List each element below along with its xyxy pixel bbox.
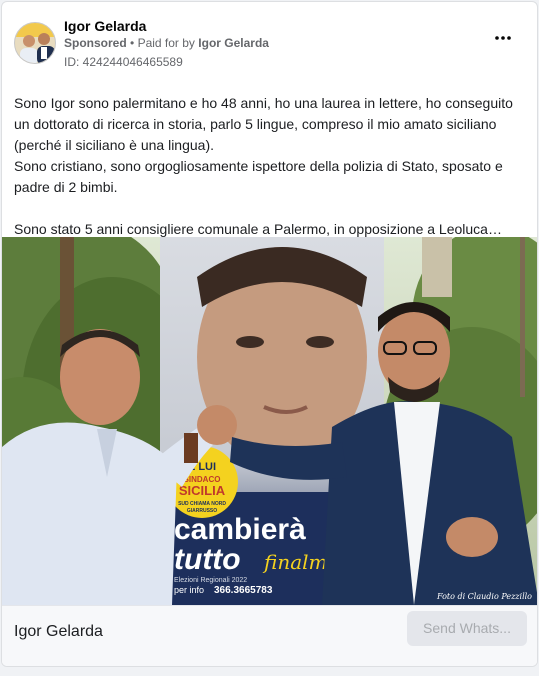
photo-credit: Foto di Claudio Pezzillo (436, 592, 532, 601)
page-name[interactable]: Igor Gelarda (64, 18, 146, 34)
poster-elections: Elezioni Regionali 2022 (174, 577, 247, 584)
ad-body-text: Sono Igor sono palermitano e ho 48 anni,… (14, 93, 528, 240)
send-whatsapp-button[interactable]: Send Whats... (407, 611, 527, 646)
photo-illustration: E LUI SINDACO SICILIA SUD CHIAMA NORD GI… (2, 237, 537, 605)
ad-card: Igor Gelarda Sponsored • Paid for by Igo… (1, 1, 538, 667)
ad-photo[interactable]: E LUI SINDACO SICILIA SUD CHIAMA NORD GI… (2, 237, 537, 605)
poster-info-prefix: per info (174, 585, 204, 595)
separator-dot: • (130, 36, 135, 50)
badge-line-3: SICILIA (179, 483, 226, 498)
body-paragraph: Sono Igor sono palermitano e ho 48 anni,… (14, 95, 513, 153)
poster-headline: cambierà (174, 513, 306, 546)
ad-footer: Igor Gelarda Send Whats... (2, 605, 537, 666)
avatar-image (15, 23, 55, 63)
poster-phone: 366.3665783 (214, 585, 273, 596)
page-avatar[interactable] (14, 22, 56, 64)
ad-id: ID: 424244046465589 (64, 55, 183, 69)
paid-for-prefix: Paid for by (137, 36, 195, 50)
ad-header: Igor Gelarda Sponsored • Paid for by Igo… (14, 16, 525, 72)
more-horizontal-icon (495, 36, 511, 40)
footer-title[interactable]: Igor Gelarda (14, 623, 103, 641)
badge-line-4: SUD CHIAMA NORD (178, 501, 226, 507)
sponsored-line: Sponsored • Paid for by Igor Gelarda (64, 36, 269, 50)
body-paragraph: Sono cristiano, sono orgogliosamente isp… (14, 158, 503, 195)
more-options-button[interactable] (491, 30, 515, 46)
paid-for-name: Igor Gelarda (198, 36, 269, 50)
sponsored-label: Sponsored (64, 36, 127, 50)
poster-subheadline: tutto (174, 543, 241, 576)
